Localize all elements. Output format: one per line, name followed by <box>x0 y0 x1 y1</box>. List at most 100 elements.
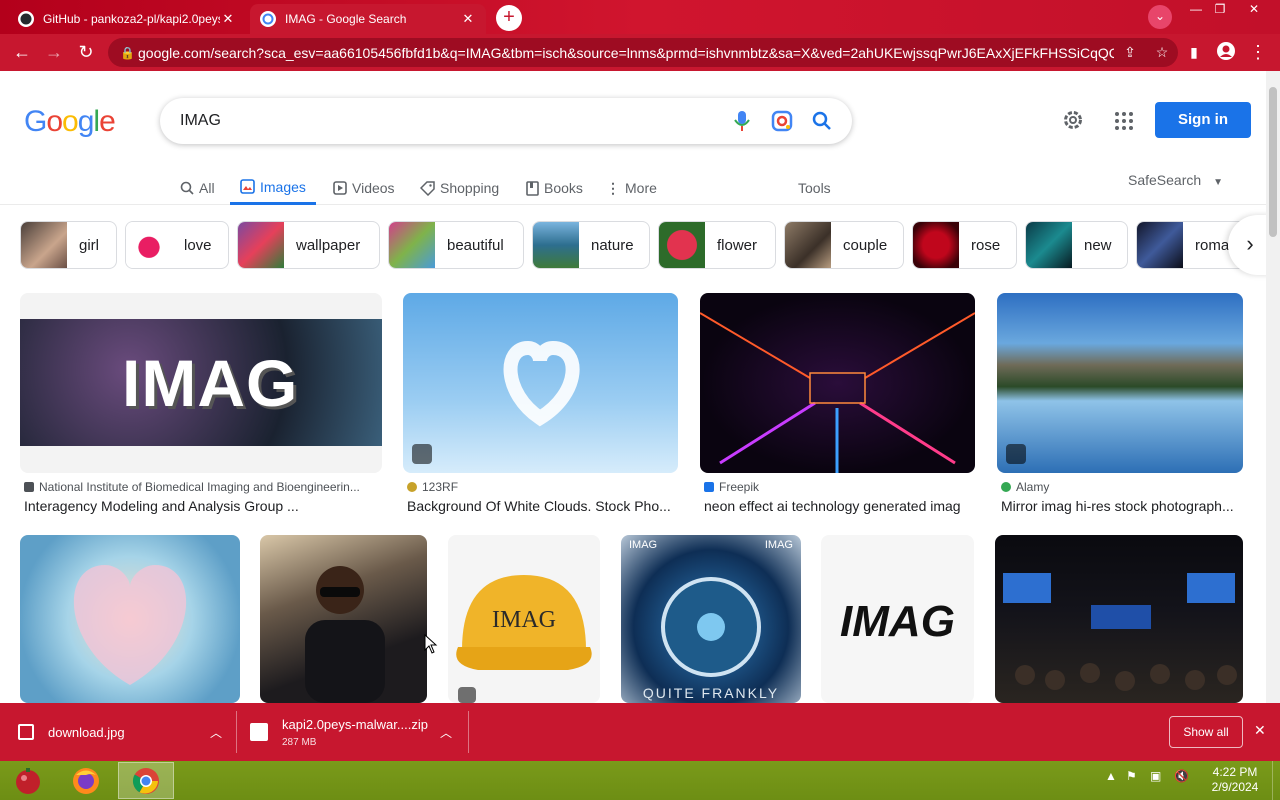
chip-couple[interactable]: couple <box>784 221 904 269</box>
chip-label: flower <box>717 236 758 254</box>
start-button[interactable] <box>0 762 56 799</box>
chip-thumbnail <box>389 222 435 268</box>
browser-toolbar: ← → ↻ 🔒 google.com/search?sca_esv=aa6610… <box>0 34 1280 71</box>
firefox-icon[interactable] <box>58 762 114 799</box>
google-logo[interactable]: Google <box>24 105 116 139</box>
back-icon[interactable]: ← <box>10 41 34 65</box>
image-result[interactable]: IMAG <box>448 535 600 703</box>
page-scrollbar[interactable] <box>1266 71 1280 703</box>
taskbar: ▲ ⚑ ▣ 🔇 4:22 PM 2/9/2024 <box>0 761 1280 800</box>
chip-girl[interactable]: girl <box>20 221 117 269</box>
divider <box>468 711 469 753</box>
close-download-bar-icon[interactable]: ✕ <box>1254 722 1266 739</box>
chip-wallpaper[interactable]: wallpaper <box>237 221 380 269</box>
image-result[interactable]: Alamy Mirror imag hi-res stock photograp… <box>997 293 1243 515</box>
result-source[interactable]: National Institute of Biomedical Imaging… <box>24 480 380 494</box>
system-clock[interactable]: 4:22 PM 2/9/2024 <box>1204 765 1266 795</box>
chevron-up-icon[interactable]: ︿ <box>440 724 452 741</box>
image-result[interactable]: 123RF Background Of White Clouds. Stock … <box>403 293 678 515</box>
chip-thumbnail <box>21 222 67 268</box>
image-result[interactable] <box>20 535 240 703</box>
chrome-icon[interactable] <box>118 762 174 799</box>
image-badge-icon <box>1006 444 1026 464</box>
chip-beautiful[interactable]: beautiful <box>388 221 524 269</box>
image-result[interactable]: IMAG <box>821 535 974 703</box>
show-desktop-button[interactable] <box>1272 761 1280 800</box>
tag-icon <box>420 180 435 196</box>
result-caption[interactable]: Background Of White Clouds. Stock Pho... <box>407 498 677 514</box>
image-result[interactable] <box>260 535 427 703</box>
action-center-flag-icon[interactable]: ⚑ <box>1126 769 1137 783</box>
network-icon[interactable]: ▣ <box>1150 769 1161 783</box>
tab-videos[interactable]: Videos <box>333 171 395 205</box>
apps-grid-icon[interactable] <box>1110 107 1136 133</box>
result-caption[interactable]: Interagency Modeling and Analysis Group … <box>24 498 380 514</box>
tab-label: All <box>199 180 215 196</box>
result-caption[interactable]: neon effect ai technology generated imag <box>704 498 974 514</box>
image-result[interactable] <box>995 535 1243 703</box>
result-source[interactable]: Alamy <box>1001 480 1241 494</box>
image-result[interactable]: Freepik neon effect ai technology genera… <box>700 293 975 515</box>
menu-kebab-icon[interactable]: ⋮ <box>1246 41 1270 65</box>
restore-icon[interactable]: ❐ <box>1208 2 1232 18</box>
tab-books[interactable]: Books <box>526 171 583 205</box>
tab-google[interactable]: IMAG - Google Search ✕ <box>250 4 486 34</box>
show-hidden-icons-icon[interactable]: ▲ <box>1105 769 1117 783</box>
tab-images[interactable]: Images <box>230 171 316 205</box>
safesearch-dropdown[interactable]: SafeSearch ▼ <box>1128 172 1223 188</box>
search-icon[interactable] <box>802 101 842 141</box>
sign-in-button[interactable]: Sign in <box>1155 102 1251 138</box>
volume-muted-icon[interactable]: 🔇 <box>1174 769 1189 783</box>
chip-nature[interactable]: nature <box>532 221 650 269</box>
bookmark-star-icon[interactable]: ☆ <box>1146 44 1178 61</box>
result-caption[interactable]: Mirror imag hi-res stock photograph... <box>1001 498 1241 514</box>
chip-thumbnail <box>238 222 284 268</box>
page-content: Google Sign in All Images Videos <box>0 71 1266 703</box>
close-tab-icon[interactable]: ✕ <box>460 11 476 27</box>
chip-rose[interactable]: rose <box>912 221 1017 269</box>
reload-icon[interactable]: ↻ <box>74 41 98 65</box>
tab-github[interactable]: GitHub - pankoza2-pl/kapi2.0peys ✕ <box>8 4 246 34</box>
forward-icon[interactable]: → <box>42 41 66 65</box>
scrollbar-thumb[interactable] <box>1269 87 1277 237</box>
result-image <box>995 535 1243 703</box>
image-result[interactable]: IMAG IMAG QUITE FRANKLY <box>621 535 801 703</box>
search-input[interactable] <box>180 112 722 130</box>
chip-thumbnail <box>533 222 579 268</box>
chip-love[interactable]: love <box>125 221 229 269</box>
download-item[interactable]: download.jpg ︿ <box>18 709 228 755</box>
address-bar[interactable]: 🔒 google.com/search?sca_esv=aa66105456fb… <box>108 38 1178 67</box>
source-name: 123RF <box>422 480 459 494</box>
result-source[interactable]: 123RF <box>407 480 677 494</box>
result-source[interactable]: Freepik <box>704 480 974 494</box>
result-image: IMAG <box>448 535 600 703</box>
share-icon[interactable]: ⇪ <box>1114 44 1146 61</box>
chip-label: rose <box>971 236 1001 254</box>
tab-more[interactable]: ⋮ More <box>606 171 657 205</box>
tools-button[interactable]: Tools <box>798 171 831 205</box>
image-result[interactable]: IMAG National Institute of Biomedical Im… <box>20 293 382 515</box>
close-tab-icon[interactable]: ✕ <box>220 11 236 27</box>
tab-shopping[interactable]: Shopping <box>420 171 499 205</box>
tab-search-icon[interactable]: ⌄ <box>1148 5 1172 29</box>
tab-label: Books <box>544 180 583 196</box>
divider <box>236 711 237 753</box>
chip-flower[interactable]: flower <box>658 221 776 269</box>
side-panel-icon[interactable]: ▮ <box>1182 41 1206 65</box>
chip-new[interactable]: new <box>1025 221 1128 269</box>
lens-icon[interactable] <box>762 101 802 141</box>
close-window-icon[interactable]: ✕ <box>1242 2 1266 18</box>
tab-all[interactable]: All <box>180 171 215 205</box>
show-all-button[interactable]: Show all <box>1169 716 1243 748</box>
profile-icon[interactable] <box>1214 41 1238 65</box>
tab-title: IMAG - Google Search <box>285 12 407 26</box>
chevron-up-icon[interactable]: ︿ <box>210 724 222 741</box>
source-name: Alamy <box>1016 480 1050 494</box>
new-tab-button[interactable]: + <box>496 5 522 31</box>
download-item[interactable]: kapi2.0peys-malwar....zip 287 MB ︿ <box>250 709 458 755</box>
chip-thumbnail <box>659 222 705 268</box>
mic-icon[interactable] <box>722 101 762 141</box>
lock-icon[interactable]: 🔒 <box>120 46 138 60</box>
gear-icon[interactable] <box>1060 107 1086 133</box>
minimize-icon[interactable]: — <box>1184 2 1208 18</box>
